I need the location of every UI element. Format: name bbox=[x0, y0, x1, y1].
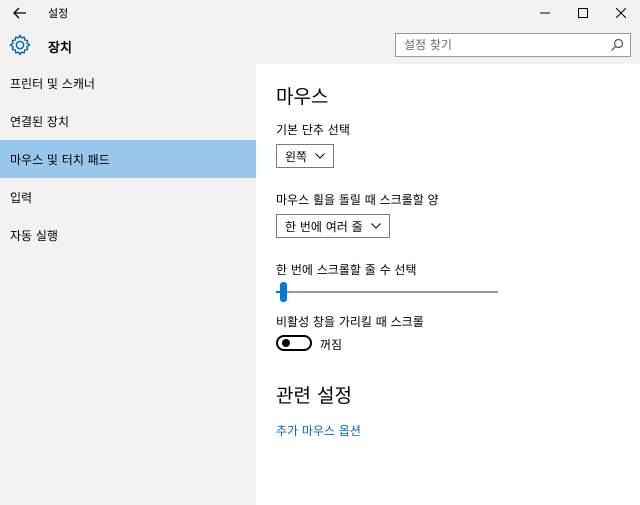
sidebar-item-label: 연결된 장치 bbox=[10, 114, 70, 129]
additional-mouse-options-link[interactable]: 추가 마우스 옵션 bbox=[276, 422, 361, 439]
section-title-related: 관련 설정 bbox=[276, 385, 352, 407]
dropdown-value: 한 번에 여러 줄 bbox=[285, 219, 363, 234]
search-box[interactable] bbox=[395, 33, 631, 57]
sidebar-item-printers[interactable]: 프린터 및 스캐너 bbox=[0, 64, 256, 102]
sidebar-item-typing[interactable]: 입력 bbox=[0, 178, 256, 216]
wheel-scroll-label: 마우스 휠을 돌릴 때 스크롤할 양 bbox=[276, 193, 439, 207]
dropdown-value: 왼쪽 bbox=[285, 149, 308, 164]
primary-button-dropdown[interactable]: 왼쪽 bbox=[276, 144, 335, 168]
sidebar-item-label: 입력 bbox=[10, 190, 33, 205]
sidebar-item-label: 자동 실행 bbox=[10, 228, 58, 243]
sidebar-item-connected-devices[interactable]: 연결된 장치 bbox=[0, 102, 256, 140]
chevron-down-icon bbox=[315, 153, 325, 159]
page-title: 장치 bbox=[48, 41, 72, 56]
close-icon bbox=[616, 8, 626, 18]
minimize-button[interactable] bbox=[526, 0, 564, 26]
minimize-icon bbox=[540, 12, 550, 14]
title-bar: 설정 bbox=[0, 0, 640, 26]
chevron-down-icon bbox=[370, 223, 381, 229]
close-button[interactable] bbox=[602, 0, 640, 26]
main-content: 마우스 기본 단추 선택 왼쪽 마우스 휠을 돌릴 때 스크롤할 양 한 번에 … bbox=[256, 64, 640, 505]
lines-slider-track[interactable] bbox=[276, 291, 498, 293]
sidebar-item-label: 마우스 및 터치 패드 bbox=[10, 152, 110, 167]
back-button[interactable] bbox=[0, 0, 40, 26]
search-icon[interactable] bbox=[610, 38, 624, 52]
sidebar-item-autoplay[interactable]: 자동 실행 bbox=[0, 216, 256, 254]
toggle-state-label: 꺼짐 bbox=[320, 338, 343, 352]
toggle-knob bbox=[282, 339, 290, 347]
sidebar-item-label: 프린터 및 스캐너 bbox=[10, 76, 95, 91]
maximize-button[interactable] bbox=[564, 0, 602, 26]
section-title-mouse: 마우스 bbox=[276, 86, 329, 108]
inactive-scroll-toggle[interactable] bbox=[276, 335, 312, 351]
back-arrow-icon bbox=[13, 7, 26, 19]
window-title: 설정 bbox=[48, 7, 69, 20]
lines-slider-thumb[interactable] bbox=[280, 282, 288, 302]
sidebar: 프린터 및 스캐너 연결된 장치 마우스 및 터치 패드 입력 자동 실행 bbox=[0, 64, 256, 505]
lines-slider-label: 한 번에 스크롤할 줄 수 선택 bbox=[276, 263, 417, 277]
gear-icon bbox=[9, 34, 31, 56]
window-controls bbox=[526, 0, 640, 26]
wheel-scroll-dropdown[interactable]: 한 번에 여러 줄 bbox=[276, 214, 390, 238]
inactive-scroll-label: 비활성 창을 가리킬 때 스크롤 bbox=[276, 315, 424, 329]
primary-button-label: 기본 단추 선택 bbox=[276, 123, 350, 137]
search-input[interactable] bbox=[396, 37, 606, 53]
maximize-icon bbox=[578, 8, 588, 18]
sidebar-item-mouse-touchpad[interactable]: 마우스 및 터치 패드 bbox=[0, 140, 256, 178]
